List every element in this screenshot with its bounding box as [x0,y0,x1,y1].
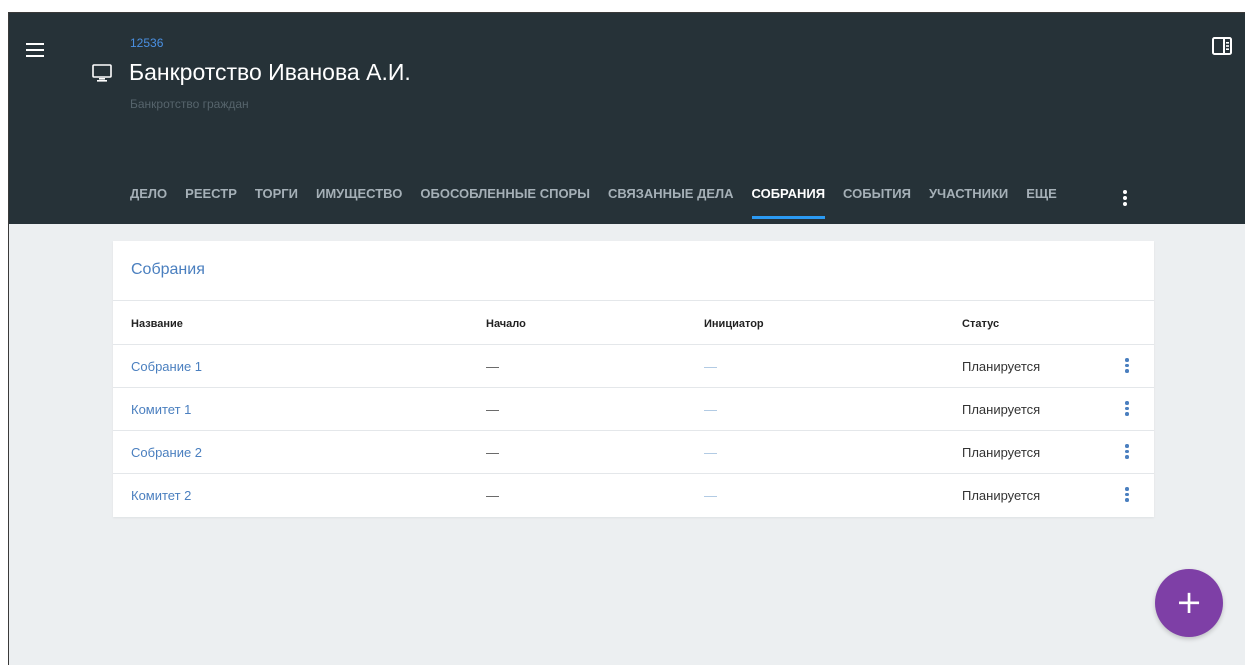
row-more-icon[interactable] [1125,401,1129,418]
meeting-start: — [486,488,499,503]
column-header-name: Название [131,318,183,330]
meeting-start: — [486,445,499,460]
tab-meetings[interactable]: СОБРАНИЯ [751,186,825,224]
meeting-status: Планируется [962,402,1041,417]
meeting-initiator: — [704,488,717,503]
tab-related-cases[interactable]: СВЯЗАННЫЕ ДЕЛА [608,186,734,224]
meeting-initiator: — [704,359,717,374]
meeting-name-link[interactable]: Комитет 1 [131,402,191,417]
meeting-name-link[interactable]: Собрание 2 [131,445,202,460]
tab-case[interactable]: ДЕЛО [130,186,167,224]
card-title: Собрания [131,261,205,278]
meeting-name-link[interactable]: Собрание 1 [131,359,202,374]
table-row: Комитет 1 — — Планируется [113,387,1154,431]
add-meeting-button[interactable]: + [1155,569,1223,637]
tab-events[interactable]: СОБЫТИЯ [843,186,911,224]
table-row: Собрание 1 — — Планируется [113,344,1154,388]
app-frame: 12536 Банкротство Иванова А.И. Банкротст… [8,12,1245,665]
column-header-status: Статус [962,318,1000,330]
column-header-initiator: Инициатор [704,318,764,330]
meeting-start: — [486,359,499,374]
meetings-card: Собрания Название Начало Инициатор Стату… [113,241,1154,517]
case-number: 12536 [130,36,164,50]
row-more-icon[interactable] [1125,444,1129,461]
divider [113,300,1154,301]
tab-registry[interactable]: РЕЕСТР [185,186,237,224]
case-category: Банкротство граждан [130,97,249,111]
table-row: Комитет 2 — — Планируется [113,473,1154,517]
column-header-start: Начало [486,318,526,330]
tab-separate-disputes[interactable]: ОБОСОБЛЕННЫЕ СПОРЫ [420,186,590,224]
table-row: Собрание 2 — — Планируется [113,430,1154,474]
meeting-initiator: — [704,402,717,417]
case-header: 12536 Банкротство Иванова А.И. Банкротст… [9,13,1245,224]
tab-auctions[interactable]: ТОРГИ [255,186,298,224]
case-tabs: ДЕЛО РЕЕСТР ТОРГИ ИМУЩЕСТВО ОБОСОБЛЕННЫЕ… [130,186,1075,224]
meeting-start: — [486,402,499,417]
meeting-status: Планируется [962,359,1041,374]
page-title: Банкротство Иванова А.И. [129,59,411,85]
row-more-icon[interactable] [1125,358,1129,375]
side-panel-icon[interactable] [1212,37,1232,55]
meeting-initiator: — [704,445,717,460]
tab-more[interactable]: ЕЩЕ [1026,186,1057,224]
meeting-name-link[interactable]: Комитет 2 [131,488,191,503]
tab-participants[interactable]: УЧАСТНИКИ [929,186,1008,224]
tab-property[interactable]: ИМУЩЕСТВО [316,186,402,224]
meeting-status: Планируется [962,445,1041,460]
meeting-status: Планируется [962,488,1041,503]
row-more-icon[interactable] [1125,487,1129,504]
menu-icon[interactable] [26,43,44,57]
monitor-icon [92,64,112,82]
tabs-more-icon[interactable] [1123,190,1127,208]
